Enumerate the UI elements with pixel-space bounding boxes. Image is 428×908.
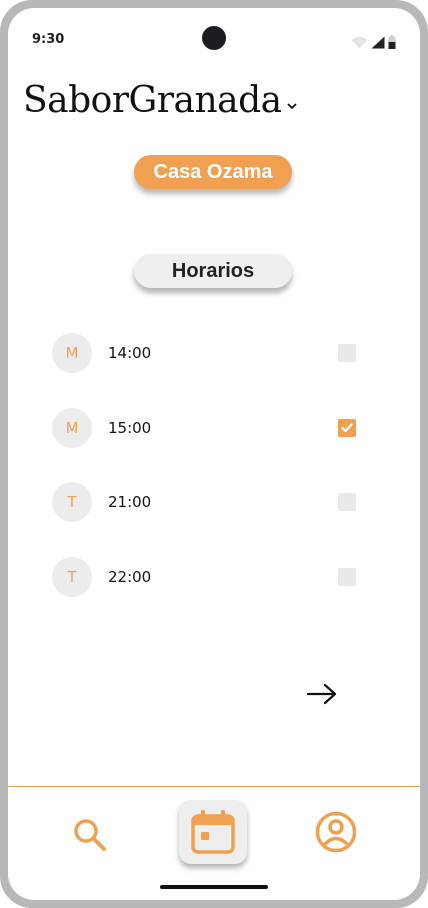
profile-icon xyxy=(315,811,357,853)
shift-badge: M xyxy=(52,333,92,373)
schedule-row[interactable]: M 14:00 xyxy=(52,333,372,408)
signal-icon xyxy=(371,34,385,53)
chevron-down-icon xyxy=(286,80,298,110)
nav-calendar-button[interactable] xyxy=(179,800,247,864)
app-title-dropdown[interactable]: SaborGranada xyxy=(23,80,298,121)
check-icon xyxy=(341,422,353,432)
next-button[interactable] xyxy=(304,680,340,708)
schedule-checkbox[interactable] xyxy=(338,567,356,586)
nav-profile-button[interactable] xyxy=(314,810,358,854)
device-frame: 9:30 SaborGranada Casa Ozama Horarios M … xyxy=(0,0,428,908)
time-label: 15:00 xyxy=(108,418,152,437)
shift-badge: T xyxy=(52,482,92,522)
schedule-checkbox[interactable] xyxy=(338,493,356,511)
calendar-icon xyxy=(191,810,235,854)
search-icon xyxy=(74,819,106,851)
section-title: Horarios xyxy=(134,254,292,288)
screen: 9:30 SaborGranada Casa Ozama Horarios M … xyxy=(8,8,420,900)
nav-divider xyxy=(8,786,420,787)
schedule-row[interactable]: T 22:00 xyxy=(52,556,372,632)
schedule-list: M 14:00 M 15:00 T 21:00 T 22:00 xyxy=(52,333,372,631)
time-label: 22:00 xyxy=(108,567,152,586)
status-icons xyxy=(351,34,396,53)
time-label: 21:00 xyxy=(108,493,152,511)
restaurant-button[interactable]: Casa Ozama xyxy=(134,155,292,189)
wifi-icon xyxy=(351,34,368,53)
schedule-checkbox[interactable] xyxy=(338,418,356,437)
nav-search-button[interactable] xyxy=(68,813,112,857)
schedule-checkbox[interactable] xyxy=(338,344,356,362)
arrow-right-icon xyxy=(306,683,337,705)
schedule-row[interactable]: T 21:00 xyxy=(52,482,372,557)
shift-badge: M xyxy=(52,407,92,448)
battery-icon xyxy=(388,34,396,53)
time-label: 14:00 xyxy=(108,344,152,362)
app-title: SaborGranada xyxy=(23,80,282,121)
shift-badge: T xyxy=(52,556,92,597)
camera-cutout xyxy=(202,26,226,50)
schedule-row[interactable]: M 15:00 xyxy=(52,407,372,483)
status-time: 9:30 xyxy=(32,32,65,47)
home-indicator xyxy=(160,885,268,889)
